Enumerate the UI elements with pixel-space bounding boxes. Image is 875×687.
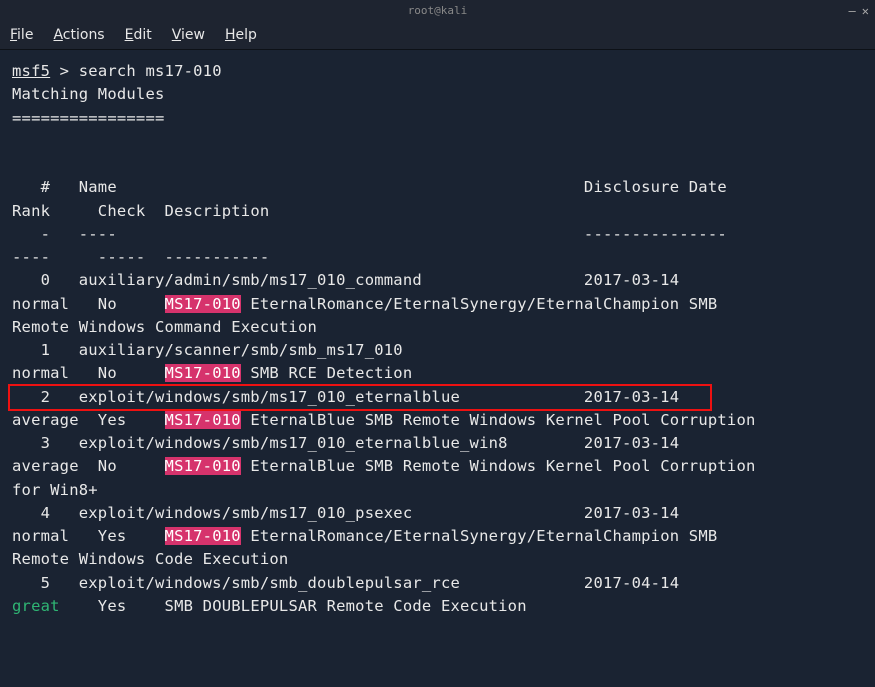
module-date: 2017-03-14 bbox=[584, 271, 679, 289]
module-desc: Remote Windows Code Execution bbox=[12, 550, 288, 568]
col-num-header: # bbox=[12, 178, 60, 196]
col-name-header: Name bbox=[60, 178, 584, 196]
prompt-sep: > bbox=[50, 62, 79, 80]
module-row-cont: average Yes MS17-010 EternalBlue SMB Rem… bbox=[12, 409, 863, 432]
module-name: exploit/windows/smb/smb_doublepulsar_rce bbox=[60, 574, 584, 592]
module-keyword: MS17-010 bbox=[165, 527, 241, 545]
module-row-cont: average No MS17-010 EternalBlue SMB Remo… bbox=[12, 455, 863, 478]
menu-view[interactable]: View bbox=[172, 25, 205, 46]
module-name: exploit/windows/smb/ms17_010_eternalblue bbox=[60, 388, 584, 406]
module-index: 1 bbox=[12, 341, 60, 359]
module-desc: EternalRomance/EternalSynergy/EternalCha… bbox=[241, 295, 718, 313]
module-desc: EternalBlue SMB Remote Windows Kernel Po… bbox=[241, 411, 756, 429]
module-index: 0 bbox=[12, 271, 60, 289]
minimize-icon[interactable]: — bbox=[849, 2, 856, 20]
module-keyword: MS17-010 bbox=[165, 364, 241, 382]
module-desc: EternalRomance/EternalSynergy/EternalCha… bbox=[241, 527, 718, 545]
module-date: 2017-03-14 bbox=[584, 504, 679, 522]
module-row-cont: normal No MS17-010 EternalRomance/Eterna… bbox=[12, 293, 863, 316]
module-date: 2017-03-14 bbox=[584, 434, 679, 452]
module-row-cont: for Win8+ bbox=[12, 479, 863, 502]
col-name-dash: ---- bbox=[60, 225, 584, 243]
module-keyword: MS17-010 bbox=[165, 295, 241, 313]
menu-actions[interactable]: Actions bbox=[53, 25, 104, 46]
module-rank: normal bbox=[12, 295, 98, 313]
menu-help[interactable]: Help bbox=[225, 25, 257, 46]
module-rank: normal bbox=[12, 364, 98, 382]
col-disc-dash: --------------- bbox=[584, 225, 746, 243]
module-desc: SMB DOUBLEPULSAR Remote Code Execution bbox=[165, 597, 527, 615]
module-check: No bbox=[98, 457, 165, 475]
module-row-cont: normal No MS17-010 SMB RCE Detection bbox=[12, 362, 863, 385]
module-row: 0 auxiliary/admin/smb/ms17_010_command 2… bbox=[12, 269, 863, 292]
window-title: root@kali bbox=[408, 3, 468, 20]
section-title: Matching Modules bbox=[12, 85, 165, 103]
module-row: 2 exploit/windows/smb/ms17_010_eternalbl… bbox=[12, 386, 863, 409]
col-check-header: Check bbox=[98, 202, 165, 220]
module-row: 1 auxiliary/scanner/smb/smb_ms17_010 bbox=[12, 339, 863, 362]
module-keyword: MS17-010 bbox=[165, 411, 241, 429]
module-date: 2017-04-14 bbox=[584, 574, 679, 592]
col-rank-dash: ---- bbox=[12, 248, 98, 266]
terminal-output[interactable]: msf5 > search ms17-010 Matching Modules =… bbox=[0, 50, 875, 628]
col-num-dash: - bbox=[12, 225, 60, 243]
module-check: Yes bbox=[98, 527, 165, 545]
menu-file[interactable]: File bbox=[10, 25, 33, 46]
module-check: No bbox=[98, 364, 165, 382]
module-row-cont: great Yes SMB DOUBLEPULSAR Remote Code E… bbox=[12, 595, 863, 618]
prompt-command: search ms17-010 bbox=[79, 62, 222, 80]
module-row-cont: Remote Windows Code Execution bbox=[12, 548, 863, 571]
module-desc: Remote Windows Command Execution bbox=[12, 318, 317, 336]
menubar: File Actions Edit View Help bbox=[0, 22, 875, 50]
module-desc: EternalBlue SMB Remote Windows Kernel Po… bbox=[241, 457, 756, 475]
module-date: 2017-03-14 bbox=[584, 388, 679, 406]
window-titlebar: root@kali — ✕ bbox=[0, 0, 875, 22]
prompt-msf: msf5 bbox=[12, 62, 50, 80]
module-row: 4 exploit/windows/smb/ms17_010_psexec 20… bbox=[12, 502, 863, 525]
module-check: Yes bbox=[98, 597, 165, 615]
module-name: exploit/windows/smb/ms17_010_psexec bbox=[60, 504, 584, 522]
col-check-dash: ----- bbox=[98, 248, 165, 266]
close-icon[interactable]: ✕ bbox=[862, 2, 869, 20]
module-rank: average bbox=[12, 457, 98, 475]
module-rank: normal bbox=[12, 527, 98, 545]
section-underline: ================ bbox=[12, 109, 165, 127]
module-rank: average bbox=[12, 411, 98, 429]
module-keyword: MS17-010 bbox=[165, 457, 241, 475]
module-check: Yes bbox=[98, 411, 165, 429]
module-name: exploit/windows/smb/ms17_010_eternalblue… bbox=[60, 434, 584, 452]
module-index: 2 bbox=[12, 388, 60, 406]
col-desc-dash: ----------- bbox=[165, 248, 270, 266]
highlighted-row-box: 2 exploit/windows/smb/ms17_010_eternalbl… bbox=[8, 384, 712, 411]
col-rank-header: Rank bbox=[12, 202, 98, 220]
module-rank: great bbox=[12, 597, 98, 615]
module-check: No bbox=[98, 295, 165, 313]
module-index: 4 bbox=[12, 504, 60, 522]
menu-edit[interactable]: Edit bbox=[125, 25, 152, 46]
module-row-cont: normal Yes MS17-010 EternalRomance/Etern… bbox=[12, 525, 863, 548]
module-row: 3 exploit/windows/smb/ms17_010_eternalbl… bbox=[12, 432, 863, 455]
module-index: 5 bbox=[12, 574, 60, 592]
module-index: 3 bbox=[12, 434, 60, 452]
col-desc-header: Description bbox=[165, 202, 270, 220]
module-desc: SMB RCE Detection bbox=[241, 364, 413, 382]
module-name: auxiliary/admin/smb/ms17_010_command bbox=[60, 271, 584, 289]
module-name: auxiliary/scanner/smb/smb_ms17_010 bbox=[60, 341, 584, 359]
module-row-cont: Remote Windows Command Execution bbox=[12, 316, 863, 339]
module-desc: for Win8+ bbox=[12, 481, 98, 499]
col-disclosure-header: Disclosure Date bbox=[584, 178, 746, 196]
module-row: 5 exploit/windows/smb/smb_doublepulsar_r… bbox=[12, 572, 863, 595]
